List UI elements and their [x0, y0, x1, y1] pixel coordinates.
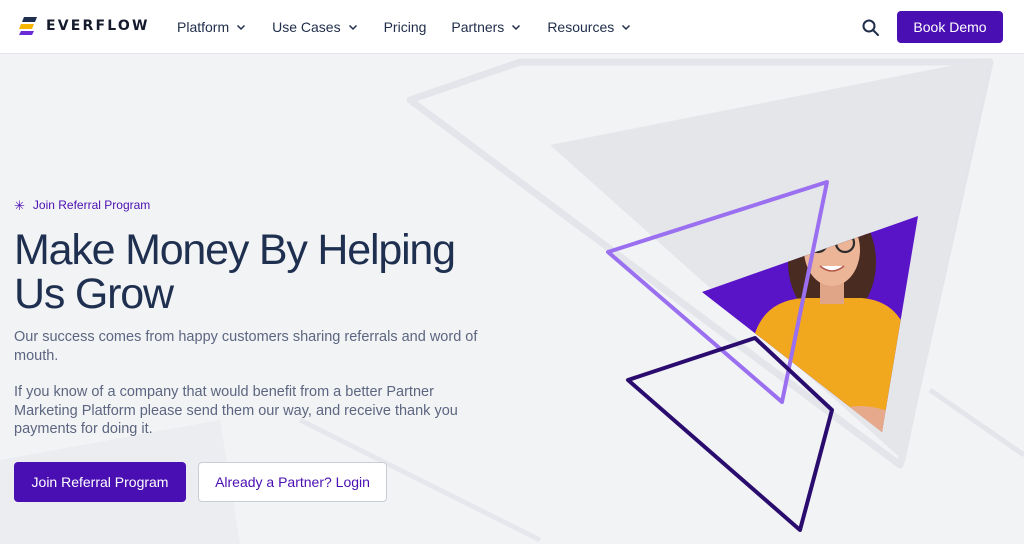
- nav-item-label: Pricing: [383, 19, 427, 35]
- eyebrow-label: Join Referral Program: [32, 198, 151, 212]
- brand-logo[interactable]: EVERFLOW: [18, 16, 150, 36]
- nav-item-label: Resources: [547, 19, 615, 35]
- hero-paragraph-2: If you know of a company that would bene…: [14, 384, 458, 437]
- hero-illustration: [606, 180, 918, 532]
- nav-item-label: Partners: [451, 19, 505, 35]
- chevron-down-icon: [622, 24, 631, 31]
- top-navigation: EVERFLOW Platform Use Cases Pricing Part…: [0, 0, 1024, 54]
- brand-name: EVERFLOW: [46, 18, 150, 34]
- nav-item-partners[interactable]: Partners: [451, 19, 522, 35]
- nav-item-label: Platform: [177, 19, 230, 35]
- hero-title: Make Money By Helping Us Grow: [14, 228, 534, 316]
- chevron-down-icon: [237, 24, 246, 31]
- nav-item-use-cases[interactable]: Use Cases: [272, 19, 358, 35]
- search-icon[interactable]: [861, 18, 881, 38]
- book-demo-button[interactable]: Book Demo: [897, 11, 1003, 43]
- partner-login-button[interactable]: Already a Partner? Login: [198, 462, 387, 502]
- hero-paragraph-1: Our success comes from happy customers s…: [14, 329, 478, 364]
- join-referral-program-button[interactable]: Join Referral Program: [14, 462, 186, 502]
- nav-item-label: Use Cases: [272, 19, 341, 35]
- asterisk-icon: ✳: [14, 197, 25, 213]
- nav-item-pricing[interactable]: Pricing: [384, 19, 427, 35]
- hero-title-line-1: Make Money By Helping: [14, 226, 456, 274]
- chevron-down-icon: [348, 24, 357, 31]
- nav-item-resources[interactable]: Resources: [547, 19, 632, 35]
- main-menu: Platform Use Cases Pricing Partners Reso…: [177, 0, 657, 54]
- chevron-down-icon: [512, 24, 521, 31]
- hero-title-line-2: Us Grow: [14, 270, 174, 318]
- everflow-logo-icon: [19, 17, 37, 35]
- nav-item-platform[interactable]: Platform: [177, 19, 247, 35]
- hero-eyebrow: ✳ Join Referral Program: [14, 198, 150, 212]
